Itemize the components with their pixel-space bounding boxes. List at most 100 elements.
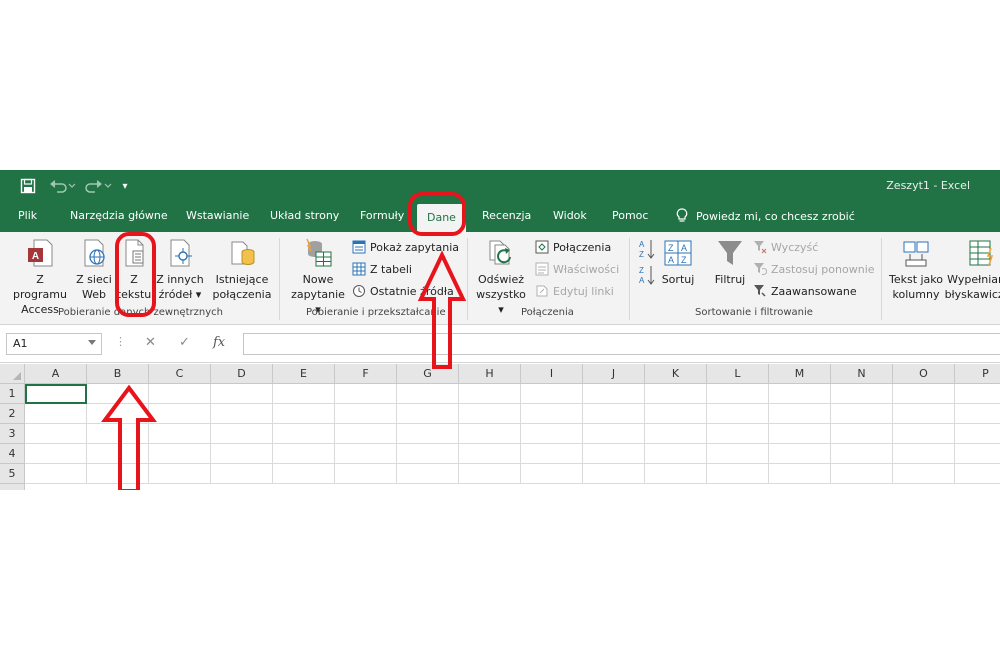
cell-K1[interactable] <box>645 384 707 404</box>
row-header[interactable]: 3 <box>0 424 25 444</box>
row-header[interactable]: 5 <box>0 464 25 484</box>
row-header[interactable]: 4 <box>0 444 25 464</box>
cell-D5[interactable] <box>211 464 273 484</box>
cell-G1[interactable] <box>397 384 459 404</box>
cell-F4[interactable] <box>335 444 397 464</box>
cell-N3[interactable] <box>831 424 893 444</box>
cell-G3[interactable] <box>397 424 459 444</box>
cell-I5[interactable] <box>521 464 583 484</box>
column-header[interactable]: C <box>149 364 211 384</box>
reapply-button[interactable]: Zastosuj ponownie <box>753 260 875 278</box>
cell-E2[interactable] <box>273 404 335 424</box>
column-header[interactable]: I <box>521 364 583 384</box>
cell-L1[interactable] <box>707 384 769 404</box>
insert-function-icon[interactable]: fx <box>213 335 225 350</box>
cell-L5[interactable] <box>707 464 769 484</box>
cell-E3[interactable] <box>273 424 335 444</box>
tab-formulas[interactable]: Formuły <box>360 209 404 222</box>
column-header[interactable]: B <box>87 364 149 384</box>
tab-page-layout[interactable]: Układ strony <box>270 209 339 222</box>
cell-P5[interactable] <box>955 464 1000 484</box>
cell-L2[interactable] <box>707 404 769 424</box>
cell-O5[interactable] <box>893 464 955 484</box>
new-query-button[interactable]: Nowe zapytanie ▾ <box>288 232 348 317</box>
cell-H1[interactable] <box>459 384 521 404</box>
cell-C1[interactable] <box>149 384 211 404</box>
from-web-button[interactable]: Z sieci Web <box>74 232 114 302</box>
cell-G5[interactable] <box>397 464 459 484</box>
cell-K4[interactable] <box>645 444 707 464</box>
cell-K5[interactable] <box>645 464 707 484</box>
refresh-all-button[interactable]: Odśwież wszystko ▾ <box>473 232 529 317</box>
cell-A5[interactable] <box>25 464 87 484</box>
cell-D4[interactable] <box>211 444 273 464</box>
cell-C3[interactable] <box>149 424 211 444</box>
cell-P3[interactable] <box>955 424 1000 444</box>
column-header[interactable]: D <box>211 364 273 384</box>
cell-M4[interactable] <box>769 444 831 464</box>
cell-J2[interactable] <box>583 404 645 424</box>
cell-G4[interactable] <box>397 444 459 464</box>
cell-M3[interactable] <box>769 424 831 444</box>
cell-L3[interactable] <box>707 424 769 444</box>
column-header[interactable]: M <box>769 364 831 384</box>
cell-N2[interactable] <box>831 404 893 424</box>
cell-E4[interactable] <box>273 444 335 464</box>
cell-I2[interactable] <box>521 404 583 424</box>
cell-D1[interactable] <box>211 384 273 404</box>
flash-fill-button[interactable]: Wypełnianie błyskawiczne <box>945 232 1000 302</box>
select-all-corner[interactable] <box>0 364 25 384</box>
edit-links-button[interactable]: Edytuj linki <box>535 282 614 300</box>
chevron-down-icon[interactable] <box>88 340 96 345</box>
cell-P4[interactable] <box>955 444 1000 464</box>
sort-za-button[interactable]: ZA <box>638 264 656 286</box>
from-other-sources-button[interactable]: Z innych źródeł ▾ <box>155 232 205 302</box>
existing-connections-button[interactable]: Istniejące połączenia <box>210 232 274 302</box>
cell-H4[interactable] <box>459 444 521 464</box>
cancel-icon[interactable]: ✕ <box>145 335 156 350</box>
cell-I4[interactable] <box>521 444 583 464</box>
cell-O1[interactable] <box>893 384 955 404</box>
column-header[interactable]: A <box>25 364 87 384</box>
cell-M2[interactable] <box>769 404 831 424</box>
cell-F5[interactable] <box>335 464 397 484</box>
redo-icon[interactable] <box>84 177 114 195</box>
text-to-columns-button[interactable]: Tekst jako kolumny <box>887 232 945 302</box>
cell-C5[interactable] <box>149 464 211 484</box>
cell-A4[interactable] <box>25 444 87 464</box>
clear-button[interactable]: Wyczyść <box>753 238 818 256</box>
cell-E1[interactable] <box>273 384 335 404</box>
cell-A2[interactable] <box>25 404 87 424</box>
cell-K3[interactable] <box>645 424 707 444</box>
cell-A3[interactable] <box>25 424 87 444</box>
cell-N1[interactable] <box>831 384 893 404</box>
column-header[interactable]: L <box>707 364 769 384</box>
tab-review[interactable]: Recenzja <box>482 209 531 222</box>
column-header[interactable]: P <box>955 364 1000 384</box>
tab-insert[interactable]: Wstawianie <box>186 209 249 222</box>
connections-button[interactable]: Połączenia <box>535 238 611 256</box>
cell-J1[interactable] <box>583 384 645 404</box>
cell-P1[interactable] <box>955 384 1000 404</box>
cell-G2[interactable] <box>397 404 459 424</box>
column-header[interactable]: H <box>459 364 521 384</box>
cell-O3[interactable] <box>893 424 955 444</box>
cell-F2[interactable] <box>335 404 397 424</box>
column-header[interactable]: J <box>583 364 645 384</box>
tab-view[interactable]: Widok <box>553 209 587 222</box>
cell-H2[interactable] <box>459 404 521 424</box>
cell-O4[interactable] <box>893 444 955 464</box>
cell-I1[interactable] <box>521 384 583 404</box>
cell-F1[interactable] <box>335 384 397 404</box>
cell-N5[interactable] <box>831 464 893 484</box>
formula-input[interactable] <box>243 333 1000 355</box>
sort-button[interactable]: ZAAZ Sortuj <box>660 232 696 287</box>
cell-P2[interactable] <box>955 404 1000 424</box>
cell-F3[interactable] <box>335 424 397 444</box>
column-header[interactable]: O <box>893 364 955 384</box>
advanced-filter-button[interactable]: Zaawansowane <box>753 282 857 300</box>
grip-icon[interactable]: ⋮ <box>115 335 126 348</box>
cell-J3[interactable] <box>583 424 645 444</box>
row-header[interactable]: 2 <box>0 404 25 424</box>
cell-H5[interactable] <box>459 464 521 484</box>
